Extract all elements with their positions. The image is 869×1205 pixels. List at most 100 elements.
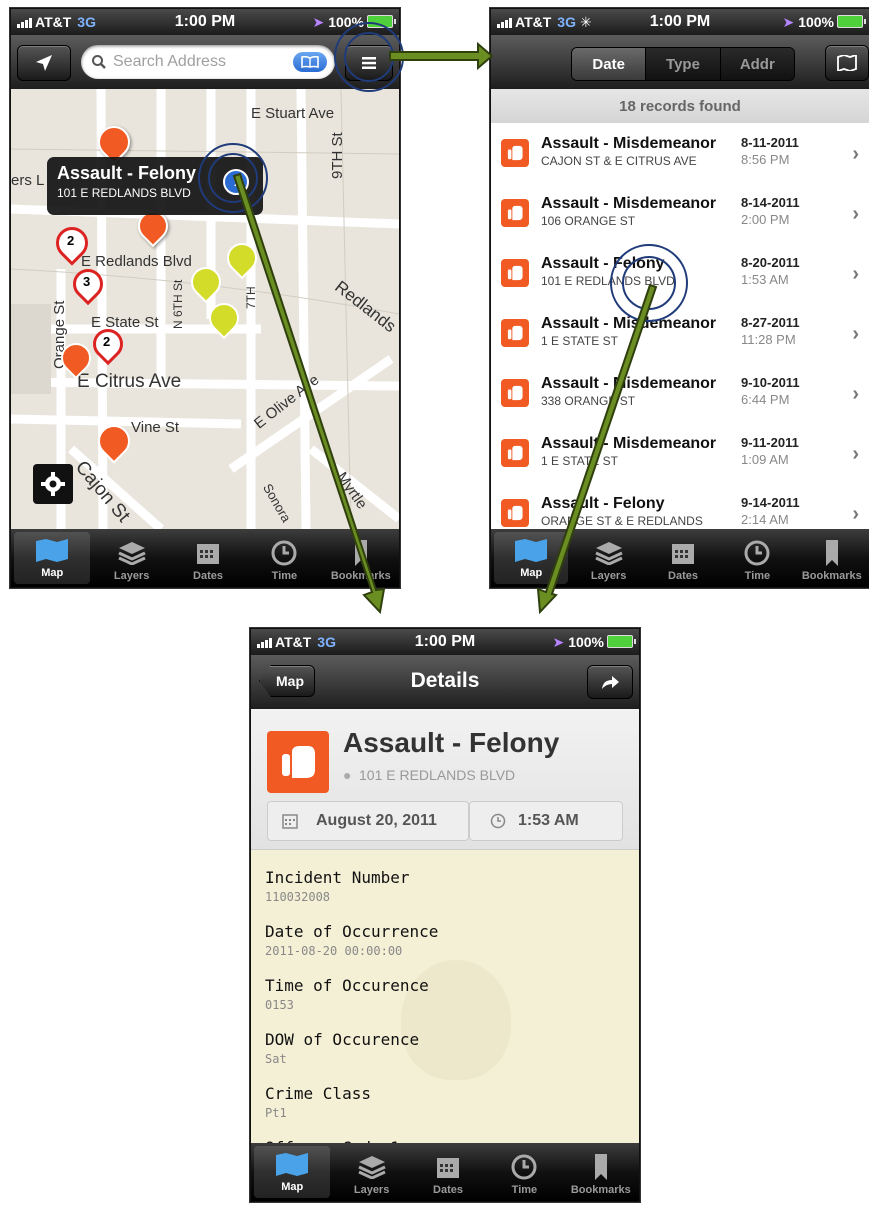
bookmarks-book-button[interactable] [293,52,327,72]
segment-date[interactable]: Date [572,48,646,80]
tab-time[interactable]: Time [246,529,322,587]
locate-button[interactable] [17,45,71,81]
list-item[interactable]: Assault - Misdemeanor 1 E STATE ST 9-11-20… [491,423,869,484]
status-bar: AT&T 3G 1:00 PM ➤ 100% [11,9,399,35]
tab-dates[interactable]: Dates [170,529,246,587]
field-value: 2011-08-20 00:00:00 [265,944,403,958]
fist-icon [507,325,523,341]
records-count: 18 records found [619,97,741,115]
tab-time[interactable]: Time [720,529,794,587]
chevron-right-icon: › [852,443,859,465]
tab-dates[interactable]: Dates [410,1143,486,1201]
list-item[interactable]: Assault - Misdemeanor 338 ORANGE ST 9-10-2… [491,363,869,424]
row-date: 9-10-2011 [741,375,800,390]
assault-icon [501,439,529,467]
layers-icon [117,542,146,565]
tab-map[interactable]: Map [494,532,569,584]
cluster-count: 2 [103,334,111,349]
map-pin-icon: ● [343,767,352,783]
search-field[interactable]: Search Address [81,45,335,79]
location-arrow-icon: ➤ [312,14,325,30]
row-time: 1:09 AM [741,452,789,467]
tab-bookmarks[interactable]: Bookmarks [563,1143,639,1201]
tap-indicator-ring [622,256,676,310]
row-time: 1:53 AM [741,272,789,287]
row-time: 8:56 PM [741,152,790,167]
tab-bar: Map Layers Dates Time Bookmarks [11,529,399,587]
location-arrow-icon: ➤ [552,634,565,650]
incident-header: Assault - Felony ● 101 E REDLANDS BLVD A… [251,709,639,850]
tab-bar: Map Layers Dates Time Bookmarks [251,1143,639,1201]
street-label: N 6TH St [171,279,185,329]
row-title: Assault - Misdemeanor [541,315,717,332]
row-address: 1 E STATE ST [541,454,618,468]
tab-layers[interactable]: Layers [93,529,169,587]
list-item[interactable]: Assault - Misdemeanor 1 E STATE ST 8-27-20… [491,303,869,364]
records-list: Assault - Misdemeanor CAJON ST & E CITRUS… [491,123,869,529]
arrow-to-list [389,41,494,71]
chevron-right-icon: › [852,143,859,165]
clock-icon [511,1154,537,1180]
map-screen: AT&T 3G 1:00 PM ➤ 100% Search Address E … [10,8,400,588]
chevron-right-icon: › [852,323,859,345]
chevron-right-icon: › [852,383,859,405]
field-value: Pt1 [265,1106,287,1120]
field-label: Time of Occurence [265,976,429,995]
bookmark-icon [594,1154,607,1180]
segment-type[interactable]: Type [645,48,720,80]
segment-addr[interactable]: Addr [719,48,794,80]
incident-title: Assault - Felony [343,727,560,758]
clock-icon [271,540,297,566]
row-address: ORANGE ST & E REDLANDS [541,514,703,528]
layers-icon [357,1156,386,1179]
assault-icon [267,731,329,793]
incident-date: August 20, 2011 [316,812,437,829]
fist-icon [507,265,523,281]
location-arrow-icon: ➤ [782,14,795,30]
row-time: 2:00 PM [741,212,790,227]
map-icon [36,539,69,562]
tab-bookmarks[interactable]: Bookmarks [323,529,399,587]
row-address: 338 ORANGE ST [541,394,636,408]
bookmark-icon [354,540,367,566]
clock-icon [490,813,506,829]
field-value: 0153 [265,998,294,1012]
location-arrow-icon [36,55,52,71]
bookmark-icon [825,540,838,566]
detail-field: Time of Occurence 0153 [265,976,639,1012]
row-title: Assault - Misdemeanor [541,135,717,152]
tab-time[interactable]: Time [486,1143,562,1201]
detail-field: DOW of Occurence Sat [265,1030,639,1066]
incident-address: 101 E REDLANDS BLVD [359,767,516,783]
status-bar: AT&T 3G ✳ 1:00 PM ➤ 100% [491,9,869,35]
detail-field: Crime Class Pt1 [265,1084,639,1120]
search-icon [92,55,106,69]
cluster-count: 3 [83,274,91,289]
map-view-button[interactable] [825,45,869,81]
list-item[interactable]: Assault - Felony ORANGE ST & E REDLANDS 9-… [491,483,869,529]
clock-icon [744,540,770,566]
tab-bookmarks[interactable]: Bookmarks [795,529,869,587]
assault-icon [501,259,529,287]
calendar-icon [437,1158,460,1178]
list-item[interactable]: Assault - Misdemeanor 106 ORANGE ST 8-14-2… [491,183,869,244]
chevron-right-icon: › [852,203,859,225]
row-date: 8-20-2011 [741,255,800,270]
chevron-right-icon: › [852,503,859,525]
list-item[interactable]: Assault - Misdemeanor CAJON ST & E CITRUS… [491,123,869,184]
tap-indicator-ring [208,153,258,203]
tab-layers[interactable]: Layers [333,1143,409,1201]
records-header: 18 records found [491,89,869,123]
tab-map[interactable]: Map [254,1146,331,1198]
tab-map[interactable]: Map [14,532,91,584]
tab-layers[interactable]: Layers [571,529,645,587]
detail-field: Date of Occurrence 2011-08-20 00:00:00 [265,922,639,958]
field-value: Sat [265,1052,287,1066]
settings-button[interactable] [33,464,73,504]
share-button[interactable] [587,665,633,699]
street-label: E Redlands Blvd [81,253,192,270]
assault-icon [501,319,529,347]
tab-dates[interactable]: Dates [646,529,720,587]
time-box: 1:53 AM [469,801,623,841]
sort-segmented-control: Date Type Addr [571,47,795,81]
